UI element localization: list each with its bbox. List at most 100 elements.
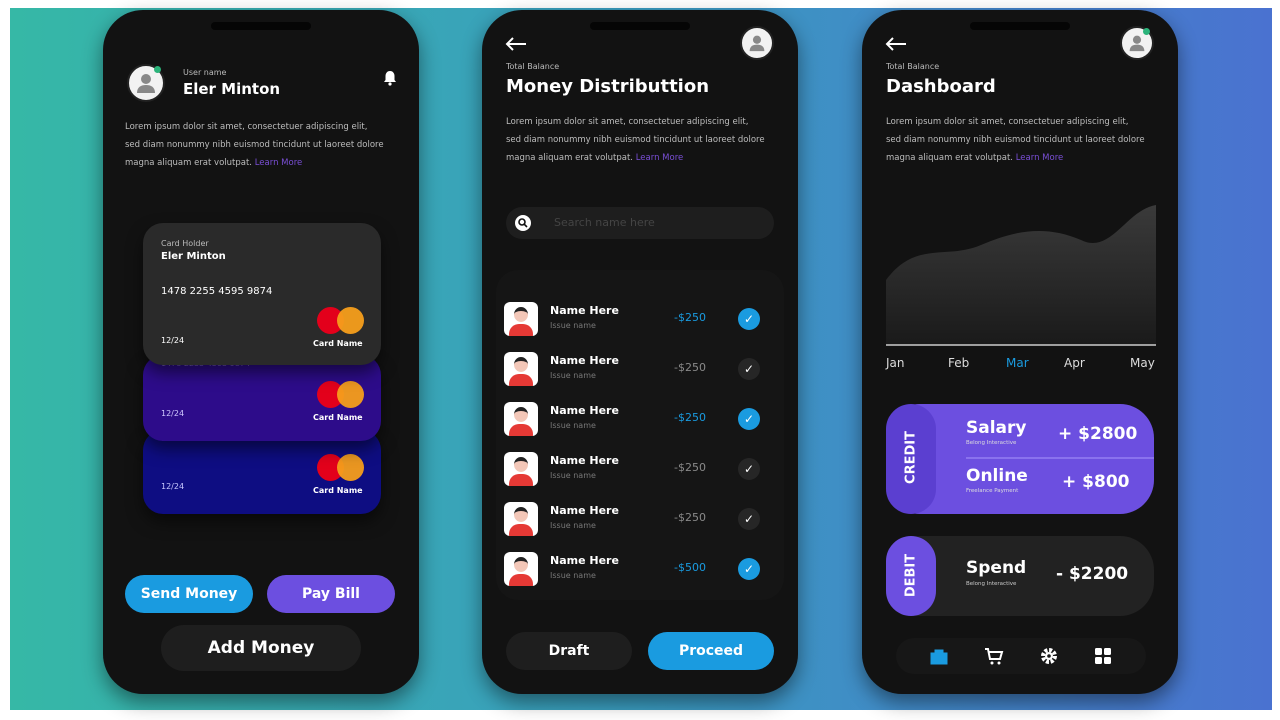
list-item[interactable]: Name Here Issue name -$250 ✓ xyxy=(504,350,776,390)
subtitle: Total Balance xyxy=(886,62,940,71)
item-sub: Issue name xyxy=(550,471,596,480)
debit-card-panel[interactable]: DEBIT Spend Belong Interactive - $2200 xyxy=(886,536,1154,616)
gear-icon[interactable] xyxy=(1040,647,1058,665)
item-name: Name Here xyxy=(550,404,619,417)
description: Lorem ipsum dolor sit amet, consectetuer… xyxy=(886,117,1145,163)
card-brand: Card Name xyxy=(313,413,363,422)
page-title: Money Distributtion xyxy=(506,76,710,97)
avatar[interactable] xyxy=(740,26,774,60)
item-sub: Issue name xyxy=(550,421,596,430)
mastercard-logo xyxy=(317,307,365,335)
item-amount: -$250 xyxy=(674,511,706,524)
salary-title: Salary xyxy=(966,418,1027,438)
list-item[interactable]: Name Here Issue name -$250 ✓ xyxy=(504,500,776,540)
credit-label: CREDIT xyxy=(903,431,919,484)
checked-icon[interactable]: ✓ xyxy=(738,308,760,330)
month-label[interactable]: Apr xyxy=(1064,356,1085,370)
spend-sub: Belong Interactive xyxy=(966,581,1017,587)
item-amount: -$250 xyxy=(674,311,706,324)
proceed-button[interactable]: Proceed xyxy=(648,632,774,670)
checked-icon[interactable]: ✓ xyxy=(738,408,760,430)
item-sub: Issue name xyxy=(550,571,596,580)
user-icon xyxy=(749,35,765,52)
home-icon[interactable] xyxy=(930,647,948,665)
search-input[interactable]: Search name here xyxy=(506,207,774,239)
subtitle: Total Balance xyxy=(506,62,560,71)
debit-label: DEBIT xyxy=(903,553,919,598)
month-label[interactable]: Jan xyxy=(886,356,905,370)
person-avatar xyxy=(504,402,538,436)
area-chart xyxy=(886,205,1156,346)
item-sub: Issue name xyxy=(550,521,596,530)
description: Lorem ipsum dolor sit amet, consectetuer… xyxy=(125,122,384,168)
user-label: User name xyxy=(183,68,227,77)
online-sub: Freelance Payment xyxy=(966,488,1019,494)
search-icon xyxy=(515,215,531,231)
credit-card-panel[interactable]: CREDIT Salary Belong Interactive + $2800… xyxy=(886,404,1154,514)
person-avatar xyxy=(504,352,538,386)
card-2[interactable]: 1478 2255 4595 9874 12/24 Card Name xyxy=(143,355,381,441)
item-amount: -$250 xyxy=(674,461,706,474)
send-money-button[interactable]: Send Money xyxy=(125,575,253,613)
spend-amount: - $2200 xyxy=(1056,564,1129,584)
cart-icon[interactable] xyxy=(984,647,1004,665)
item-name: Name Here xyxy=(550,454,619,467)
item-amount: -$250 xyxy=(674,411,706,424)
pay-bill-button[interactable]: Pay Bill xyxy=(267,575,395,613)
checked-icon[interactable]: ✓ xyxy=(738,558,760,580)
check-icon[interactable]: ✓ xyxy=(738,508,760,530)
search-placeholder: Search name here xyxy=(554,216,655,229)
add-money-button[interactable]: Add Money xyxy=(161,625,361,671)
person-avatar xyxy=(504,302,538,336)
back-arrow-icon[interactable] xyxy=(884,36,908,52)
draft-button[interactable]: Draft xyxy=(506,632,632,670)
learn-more-link[interactable]: Learn More xyxy=(1016,153,1064,163)
spend-title: Spend xyxy=(966,558,1027,578)
item-sub: Issue name xyxy=(550,321,596,330)
bottom-nav xyxy=(896,638,1146,674)
check-icon[interactable]: ✓ xyxy=(738,358,760,380)
item-sub: Issue name xyxy=(550,371,596,380)
person-avatar xyxy=(504,502,538,536)
list-item[interactable]: Name Here Issue name -$250 ✓ xyxy=(504,400,776,440)
online-amount: + $800 xyxy=(1062,472,1130,492)
person-avatar xyxy=(504,452,538,486)
card-holder: Eler Minton xyxy=(161,251,226,262)
learn-more-link[interactable]: Learn More xyxy=(255,158,303,168)
month-label[interactable]: May xyxy=(1130,356,1155,370)
learn-more-link[interactable]: Learn More xyxy=(636,153,684,163)
card-3[interactable]: 1478 2255 4595 9874 12/24 Card Name xyxy=(143,430,381,514)
card-1[interactable]: Card Holder Eler Minton 1478 2255 4595 9… xyxy=(143,223,381,365)
page-title: Dashboard xyxy=(886,76,996,97)
mastercard-logo xyxy=(317,381,365,409)
phone-dashboard: Total Balance Dashboard Lorem ipsum dolo… xyxy=(862,10,1178,694)
card-expiry: 12/24 xyxy=(161,336,185,345)
card-holder-label: Card Holder xyxy=(161,239,209,248)
avatar[interactable] xyxy=(1120,26,1154,60)
grid-icon[interactable] xyxy=(1094,647,1112,665)
list-item[interactable]: Name Here Issue name -$250 ✓ xyxy=(504,450,776,490)
month-label[interactable]: Mar xyxy=(1006,356,1029,370)
back-arrow-icon[interactable] xyxy=(504,36,528,52)
notch xyxy=(211,22,311,30)
divider xyxy=(966,457,1154,459)
avatar[interactable] xyxy=(127,64,165,102)
notch xyxy=(590,22,690,30)
check-icon[interactable]: ✓ xyxy=(738,458,760,480)
online-title: Online xyxy=(966,466,1028,486)
card-expiry: 12/24 xyxy=(161,482,185,491)
item-name: Name Here xyxy=(550,354,619,367)
card-brand: Card Name xyxy=(313,339,363,348)
month-label[interactable]: Feb xyxy=(948,356,969,370)
card-brand: Card Name xyxy=(313,486,363,495)
card-expiry: 12/24 xyxy=(161,409,185,418)
item-name: Name Here xyxy=(550,554,619,567)
bell-icon[interactable] xyxy=(383,70,397,86)
phone-money-distribution: Total Balance Money Distributtion Lorem … xyxy=(482,10,798,694)
item-amount: -$250 xyxy=(674,361,706,374)
item-name: Name Here xyxy=(550,504,619,517)
user-name: Eler Minton xyxy=(183,80,281,98)
chart-area xyxy=(886,205,1156,345)
list-item[interactable]: Name Here Issue name -$250 ✓ xyxy=(504,300,776,340)
list-item[interactable]: Name Here Issue name -$500 ✓ xyxy=(504,550,776,590)
